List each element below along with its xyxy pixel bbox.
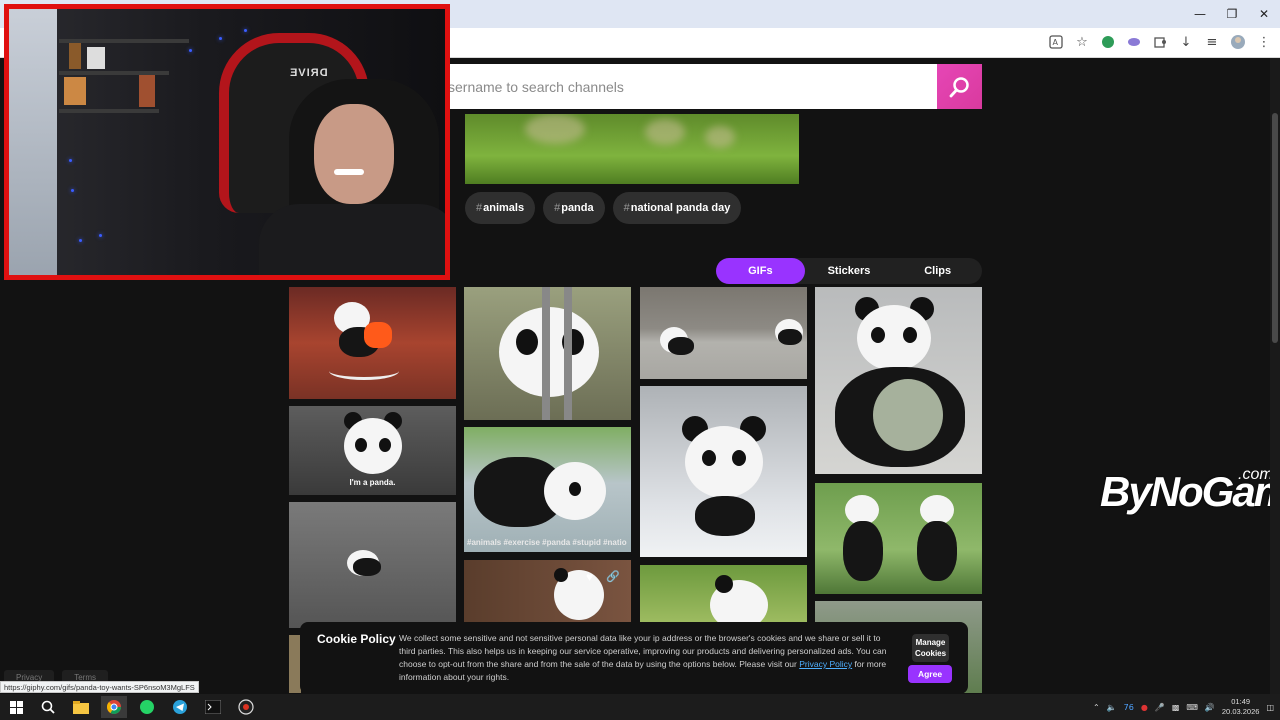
telegram-icon[interactable] xyxy=(167,696,193,718)
heart-icon[interactable]: ♥ xyxy=(586,570,593,584)
gif-tile-panda-rocking-toy[interactable] xyxy=(289,287,456,399)
windows-taskbar: ⌃ 🔈 76 ● 🎤 ▩ ⌨ 🔊 01:49 20.03.2026 ◫ xyxy=(0,694,1280,720)
toolbar-icons: A ☆ ↓ ≡ ⋮ xyxy=(1046,32,1274,52)
gif-tile-panda-exercise[interactable]: #animals #exercise #panda #stupid #natio xyxy=(464,427,631,552)
notification-icon[interactable]: ◫ xyxy=(1266,703,1274,712)
content-type-tabs: GIFs Stickers Clips xyxy=(716,258,982,284)
whatsapp-icon[interactable] xyxy=(134,696,160,718)
minimize-icon[interactable]: — xyxy=(1184,0,1216,28)
clock-time: 01:49 xyxy=(1231,697,1251,706)
chair-brand-text: DRIVE xyxy=(289,67,328,79)
scroll-thumb[interactable] xyxy=(1272,113,1278,343)
network-icon[interactable]: ⌨ xyxy=(1186,703,1198,712)
system-tray: ⌃ 🔈 76 ● 🎤 ▩ ⌨ 🔊 01:49 20.03.2026 ◫ xyxy=(1093,694,1274,720)
menu-icon[interactable]: ⋮ xyxy=(1254,32,1274,52)
status-bar-url: https://giphy.com/gifs/panda-toy-wants-S… xyxy=(0,681,199,693)
star-icon[interactable]: ☆ xyxy=(1072,32,1092,52)
gif-tile-panda-behind-bars[interactable] xyxy=(464,287,631,420)
webcam-overlay: DRIVE xyxy=(4,4,450,280)
cookie-text: We collect some sensitive and not sensit… xyxy=(399,633,887,682)
cookie-title: Cookie Policy xyxy=(317,632,396,646)
profile-icon[interactable] xyxy=(1228,32,1248,52)
page-scrollbar[interactable] xyxy=(1270,58,1280,694)
tag-list: # animals # panda # national panda day xyxy=(465,192,742,224)
search-icon xyxy=(949,76,969,97)
monitor-icon[interactable]: ▩ xyxy=(1172,703,1180,712)
extension-icon[interactable] xyxy=(1098,32,1118,52)
search-input[interactable] xyxy=(440,64,937,109)
chrome-icon[interactable] xyxy=(101,696,127,718)
tab-gifs[interactable]: GIFs xyxy=(716,258,805,284)
channel-search xyxy=(440,64,982,109)
restore-icon[interactable]: ❐ xyxy=(1216,0,1248,28)
agree-button[interactable]: Agree xyxy=(908,665,952,683)
tray-counter[interactable]: 76 xyxy=(1124,703,1134,712)
svg-text:A: A xyxy=(1053,38,1059,47)
clock[interactable]: 01:49 20.03.2026 xyxy=(1222,697,1260,717)
tag-animals[interactable]: # animals xyxy=(465,192,536,224)
gif-tile-panda-on-rock[interactable] xyxy=(640,565,807,622)
tag-label: animals xyxy=(483,202,525,214)
obs-icon[interactable] xyxy=(233,696,259,718)
tag-label: national panda day xyxy=(630,202,731,214)
gif-tile-panda-with-ball[interactable] xyxy=(815,287,982,474)
manage-cookies-button[interactable]: Manage Cookies xyxy=(912,634,949,662)
puzzle-icon[interactable] xyxy=(1150,32,1170,52)
streamer-body xyxy=(259,204,445,275)
record-icon[interactable]: ● xyxy=(1141,703,1148,712)
chevron-up-icon[interactable]: ⌃ xyxy=(1093,703,1100,712)
tile-caption: I'm a panda. xyxy=(349,478,396,487)
volume-icon[interactable]: 🔈 xyxy=(1107,703,1117,712)
tag-label: panda xyxy=(561,202,594,214)
tag-panda[interactable]: # panda xyxy=(543,192,605,224)
tile-caption: #animals #exercise #panda #stupid #natio xyxy=(467,538,627,547)
gif-tile-two-pandas-sitting[interactable] xyxy=(815,483,982,594)
clock-date: 20.03.2026 xyxy=(1221,707,1260,716)
extension-2-icon[interactable] xyxy=(1124,32,1144,52)
download-icon[interactable]: ↓ xyxy=(1176,32,1196,52)
translate-icon[interactable]: A xyxy=(1046,32,1066,52)
gif-tile-fluffy-panda-cub[interactable] xyxy=(640,386,807,557)
tab-clips[interactable]: Clips xyxy=(893,258,982,284)
featured-gif[interactable] xyxy=(465,114,799,184)
gif-tile-panda-toy-wants[interactable]: ♥ 🔗 xyxy=(464,560,631,622)
gif-tile-two-pandas-stone-wall[interactable] xyxy=(640,287,807,379)
search-icon[interactable] xyxy=(35,696,61,718)
terminal-icon[interactable] xyxy=(200,696,226,718)
room-wall xyxy=(9,9,57,275)
tab-stickers[interactable]: Stickers xyxy=(805,258,894,284)
channel-watermark-suffix: .com xyxy=(1238,466,1273,483)
speaker-icon[interactable]: 🔊 xyxy=(1205,703,1215,712)
start-icon[interactable] xyxy=(3,696,29,718)
tag-national-panda-day[interactable]: # national panda day xyxy=(612,192,742,224)
gif-tile-im-a-panda[interactable]: I'm a panda. xyxy=(289,406,456,495)
link-icon[interactable]: 🔗 xyxy=(606,570,620,583)
search-button[interactable] xyxy=(937,64,982,109)
window-controls: — ❐ ✕ xyxy=(1184,0,1280,28)
microphone-icon[interactable]: 🎤 xyxy=(1155,703,1165,712)
reading-list-icon[interactable]: ≡ xyxy=(1202,32,1222,52)
address-bar[interactable] xyxy=(440,30,1090,56)
streamer-face xyxy=(314,104,394,204)
privacy-policy-link[interactable]: Privacy Policy xyxy=(799,659,852,669)
file-explorer-icon[interactable] xyxy=(68,696,94,718)
cookie-banner: Cookie Policy We collect some sensitive … xyxy=(300,622,968,694)
gif-tile-panda-walking[interactable] xyxy=(289,502,456,628)
close-icon[interactable]: ✕ xyxy=(1248,0,1280,28)
